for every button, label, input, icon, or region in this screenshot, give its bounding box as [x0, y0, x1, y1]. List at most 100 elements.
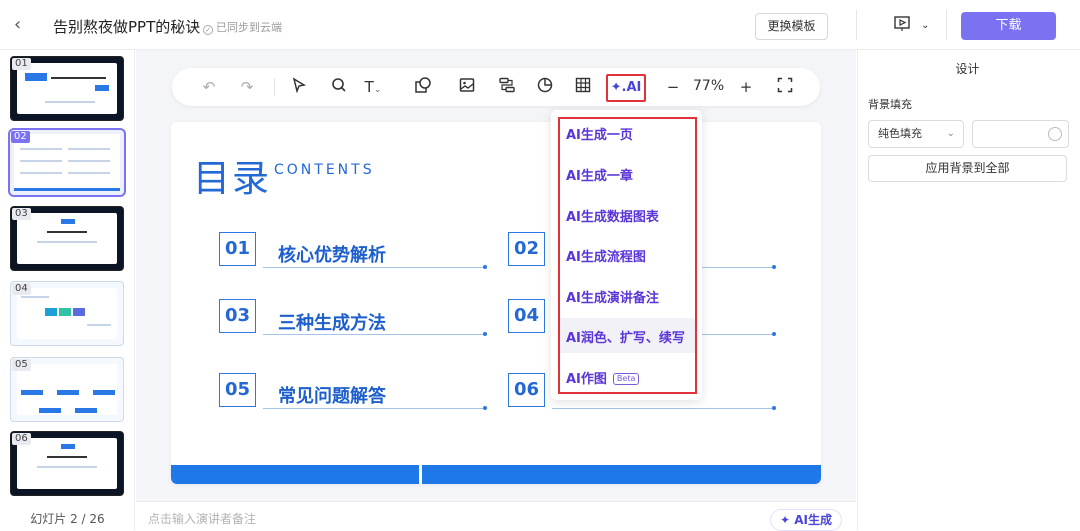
download-button[interactable]: 下载 — [961, 12, 1056, 40]
thumbnail-text-line — [37, 466, 97, 468]
ai-generate-notes-button[interactable]: ✦ AI生成 — [770, 509, 842, 531]
thumbnail-text-line — [51, 77, 106, 79]
toc-number-06[interactable]: 06 — [508, 373, 545, 407]
magnifier-icon — [332, 78, 346, 92]
thumbnail-shape — [57, 390, 79, 395]
slide-canvas[interactable]: 目录 CONTENTS 01 核心优势解析 02 03 三种生成方法 04 05… — [171, 122, 821, 484]
menu-highlight-box — [558, 117, 697, 394]
change-template-button[interactable]: 更换模板 — [755, 13, 828, 40]
ai-generate-label: AI生成 — [794, 513, 832, 527]
background-fill-label: 背景填充 — [868, 98, 912, 111]
floating-toolbar: ↶ ↷ T⌄ ✦.AI − 77% + — [172, 68, 820, 106]
expand-icon — [777, 77, 793, 93]
toc-dot — [772, 265, 776, 269]
pie-chart-icon — [537, 77, 553, 93]
thumbnail-content — [17, 63, 117, 114]
palette-icon[interactable] — [1048, 127, 1062, 141]
slide-title[interactable]: 目录 — [193, 148, 271, 202]
slide-counter: 幻灯片 2 / 26 — [30, 512, 105, 526]
image-tool-icon[interactable] — [456, 77, 478, 97]
thumbnail-text-line — [68, 172, 110, 174]
toc-number-05[interactable]: 05 — [219, 373, 256, 407]
table-tool-icon[interactable] — [572, 77, 594, 97]
thumbnail-shape — [73, 308, 85, 316]
toc-dot — [483, 332, 487, 336]
toolbar-divider — [274, 78, 275, 96]
sync-status-text: 已同步到云端 — [216, 21, 282, 34]
thumbnail-shape — [61, 444, 75, 449]
slide-thumbnail-4[interactable]: 04 — [10, 281, 124, 346]
design-panel: 设计 背景填充 纯色填充 ⌄ 应用背景到全部 — [857, 50, 1080, 530]
flowchart-tool-icon[interactable] — [496, 77, 518, 97]
flow-icon — [499, 77, 515, 93]
sparkle-icon: ✦. — [610, 80, 627, 95]
slide-thumbnail-6[interactable]: 06 — [10, 431, 124, 496]
toc-number-04[interactable]: 04 — [508, 299, 545, 333]
background-color-field[interactable] — [972, 120, 1069, 148]
back-arrow-icon[interactable]: ‹ — [14, 15, 32, 35]
slide-thumbnail-1[interactable]: 01 — [10, 56, 124, 121]
chart-tool-icon[interactable] — [534, 77, 556, 97]
toc-number-03[interactable]: 03 — [219, 299, 256, 333]
toc-number-01[interactable]: 01 — [219, 232, 256, 266]
zoom-in-icon[interactable]: + — [735, 77, 757, 97]
fullscreen-icon[interactable] — [774, 77, 796, 97]
apply-background-all-button[interactable]: 应用背景到全部 — [868, 155, 1067, 182]
slide-number: 05 — [12, 359, 31, 371]
fill-type-select[interactable]: 纯色填充 ⌄ — [868, 120, 964, 148]
toc-text-03[interactable]: 三种生成方法 — [278, 309, 386, 335]
document-title[interactable]: 告别熬夜做PPT的秘诀 — [53, 16, 200, 37]
present-button[interactable]: ⌄ — [893, 16, 935, 36]
pointer-icon — [292, 77, 307, 94]
text-tool-icon[interactable]: T⌄ — [358, 77, 388, 97]
thumbnail-text-line — [68, 160, 110, 162]
zoom-level[interactable]: 77% — [693, 78, 724, 94]
thumbnail-text-line — [68, 148, 110, 150]
slide-number: 02 — [11, 131, 30, 143]
slide-footer-bar — [171, 465, 419, 484]
thumbnail-content — [17, 213, 117, 264]
toc-underline — [552, 408, 774, 409]
redo-icon[interactable]: ↷ — [236, 77, 258, 97]
slide-number: 03 — [12, 208, 31, 220]
thumbnail-content — [14, 134, 120, 191]
slide-number: 06 — [12, 433, 31, 445]
search-icon[interactable] — [328, 77, 350, 97]
select-pointer-icon[interactable] — [288, 77, 310, 97]
slide-thumbnail-2[interactable]: 02 — [8, 128, 126, 197]
shape-tool-icon[interactable] — [408, 77, 438, 97]
present-icon — [894, 16, 910, 31]
slide-thumbnail-5[interactable]: 05 — [10, 357, 124, 422]
toc-underline — [263, 267, 485, 268]
thumbnail-content — [17, 364, 117, 415]
table-icon — [575, 77, 591, 93]
thumbnail-text-line — [47, 231, 87, 233]
toc-dot — [483, 406, 487, 410]
thumbnail-content — [17, 288, 117, 339]
toc-text-01[interactable]: 核心优势解析 — [278, 241, 386, 267]
toc-dot — [772, 406, 776, 410]
shapes-icon — [415, 77, 431, 93]
undo-icon[interactable]: ↶ — [198, 77, 220, 97]
ai-tool-label: AI — [626, 80, 642, 95]
thumbnail-text-line — [37, 241, 97, 243]
divider — [856, 10, 857, 40]
toc-number-02[interactable]: 02 — [508, 232, 545, 266]
speaker-notes-bar: 点击输入演讲者备注 ✦ AI生成 — [136, 501, 856, 531]
thumbnail-shape — [61, 219, 75, 224]
slide-footer-bar — [422, 465, 821, 484]
zoom-out-icon[interactable]: − — [662, 77, 684, 97]
thumbnail-text-line — [47, 456, 87, 458]
thumbnail-text-line — [20, 172, 62, 174]
thumbnail-shape — [75, 408, 97, 413]
ai-tool-button[interactable]: ✦.AI — [606, 74, 646, 102]
slide-subtitle[interactable]: CONTENTS — [274, 162, 375, 178]
chevron-down-icon: ⌄ — [921, 19, 930, 31]
toc-text-05[interactable]: 常见问题解答 — [278, 382, 386, 408]
speaker-notes-input[interactable]: 点击输入演讲者备注 — [148, 510, 256, 527]
slide-thumbnail-panel: 01 02 03 04 05 06 — [0, 50, 135, 530]
toc-underline — [263, 408, 485, 409]
slide-thumbnail-3[interactable]: 03 — [10, 206, 124, 271]
slide-number: 04 — [12, 283, 31, 295]
thumbnail-shape — [95, 85, 109, 91]
